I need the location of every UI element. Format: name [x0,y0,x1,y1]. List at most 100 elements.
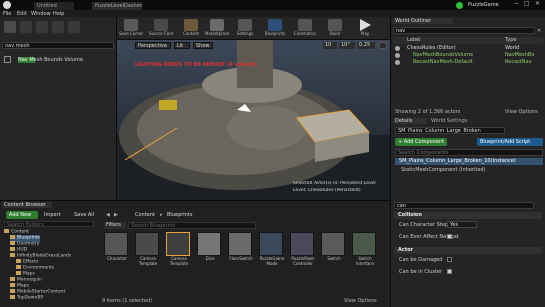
can-step-dropdown[interactable]: Yes [447,221,477,228]
asset-tile[interactable]: FloorSwitch [228,232,254,276]
folder-label: HUD [17,247,28,253]
outliner-search-clear-icon[interactable]: ✕ [537,28,543,34]
asset-tile[interactable]: Dice [197,232,223,276]
eye-icon[interactable] [395,53,400,58]
landscape-mode-icon[interactable] [36,21,48,33]
outliner-row-label: RecastNavMesh-Default [413,59,473,65]
folder-icon [16,259,21,263]
asset-thumbnail [321,232,345,256]
maximize-button[interactable]: □ [524,1,532,7]
can-damaged-checkbox[interactable] [447,257,452,262]
outliner-row-label: ChessRules (Editor) [407,45,456,51]
outliner-header: Label Type [393,37,543,44]
asset-name: PuzzleGame Mode [259,256,285,266]
lighting-warning: LIGHTING NEEDS TO BE REBUILT (4 unbuilt) [135,62,257,68]
actor-name-field[interactable]: SM_Plains_Column_Large_Broken [395,127,505,134]
lit-dropdown[interactable]: Lit [174,42,190,49]
tab-details[interactable]: Details [393,118,427,124]
asset-tile[interactable]: PuzzlePawn Controller [290,232,316,276]
paint-mode-icon[interactable] [20,21,32,33]
add-new-button[interactable]: Add New [6,211,38,219]
component-root[interactable]: SM_Plains_Column_Large_Broken_10(Instanc… [395,158,543,165]
window-tab[interactable]: Untitled [34,2,74,10]
rotation-snap-value[interactable]: 10° [339,42,355,49]
modes-search-input[interactable]: nav mesh [2,42,114,49]
place-mode-icon[interactable] [4,21,16,33]
component-child[interactable]: StaticMeshComponent (Inherited) [401,167,541,173]
minimize-button[interactable]: − [514,1,522,7]
eye-icon[interactable] [395,46,400,51]
outliner-col-label[interactable]: Label [407,37,447,44]
eye-icon[interactable] [395,60,400,65]
can-cluster-checkbox[interactable] [447,269,452,274]
folder-search-input[interactable]: Search Folders [4,221,94,227]
asset-tile[interactable]: Switch [321,232,347,276]
folder-icon [10,283,15,287]
add-component-button[interactable]: + Add Component [395,138,447,146]
folder-label: Mannequin [17,277,42,283]
outliner-row[interactable]: NavMeshBoundsVolume NavMeshBo [393,52,543,59]
asset-name: Camera Template [169,256,189,266]
asset-tile[interactable]: PuzzleGame Mode [259,232,285,276]
scale-snap-value[interactable]: 0.25 [357,42,375,49]
folder-item[interactable]: TopDownBP [10,295,43,302]
content-view-options[interactable]: View Options [344,298,388,304]
outliner-search-input[interactable]: nav [393,27,535,34]
content-button[interactable]: Content [179,18,203,38]
folder-icon [10,289,15,293]
marketplace-icon [210,19,224,31]
details-panel: Details World Settings SM_Plains_Column_… [390,117,545,200]
asset-tile[interactable]: Camera Template [166,232,192,276]
geometry-mode-icon[interactable] [68,21,80,33]
asset-thumbnail [104,232,128,256]
folder-icon [10,235,15,239]
folder-icon [4,229,9,233]
folder-label: Blueprints [17,235,40,241]
modes-result-item[interactable]: Nav Mesh Bounds Volume Nav Mesh [4,55,114,64]
blueprints-button[interactable]: Blueprints [263,18,287,38]
asset-thumbnail [135,232,159,256]
save-all-button[interactable]: Save All [74,212,102,218]
foliage-mode-icon[interactable] [52,21,64,33]
maximize-viewport-icon[interactable] [379,42,387,49]
close-button[interactable]: ✕ [535,1,543,7]
folder-icon [16,271,21,275]
outliner-title: World Outliner [393,18,453,24]
build-button[interactable]: Build [323,18,347,38]
outliner-row[interactable]: RecastNavMesh-Default RecastNav [393,59,543,66]
perspective-dropdown[interactable]: Perspective [135,42,171,49]
folder-icon [10,253,15,257]
mode-tabs [2,19,114,39]
outliner-col-type[interactable]: Type [505,37,535,44]
section-actor[interactable]: Actor [394,247,542,254]
show-dropdown[interactable]: Show [193,42,213,49]
save-current-button[interactable]: Save Current [119,18,143,38]
source-control-button[interactable]: Source Control [149,18,173,38]
asset-tile[interactable]: Character [104,232,130,276]
source-control-icon [154,19,168,31]
play-button[interactable]: Play [353,18,377,38]
section-collision[interactable]: Collision [394,212,542,219]
blueprint-script-button[interactable]: Blueprint/Add Script [477,138,543,146]
property-search-input[interactable]: can [394,202,534,209]
asset-thumbnail [259,232,283,256]
components-search-input[interactable]: Search Components [395,149,543,156]
level-viewport[interactable]: Perspective Lit Show 10 10° 0.25 LIGHTIN… [117,40,390,200]
asset-name: Camera Template [138,256,158,266]
center-floor [227,106,307,150]
import-button[interactable]: Import [44,212,70,218]
asset-tile[interactable]: Camera Template [135,232,161,276]
marketplace-button[interactable]: Marketplace [205,18,229,38]
can-affect-checkbox[interactable] [447,234,452,239]
cinematics-button[interactable]: Cinematics [293,18,317,38]
settings-button[interactable]: Settings [233,18,257,38]
window-tab-level[interactable]: PuzzleLevelDashed [92,2,142,10]
tab-world-settings[interactable]: World Settings [429,118,473,124]
grid-snap-value[interactable]: 10 [323,42,337,49]
play-icon [359,19,371,31]
outliner-row[interactable]: ChessRules (Editor) World [393,45,543,52]
outliner-status: Showing 2 of 1,366 actors [395,109,461,115]
title-bar: Untitled PuzzleLevelDashed PuzzleGame − … [0,0,545,10]
outliner-view-options[interactable]: View Options [505,109,545,115]
asset-tile[interactable]: Switch Interface [352,232,378,276]
